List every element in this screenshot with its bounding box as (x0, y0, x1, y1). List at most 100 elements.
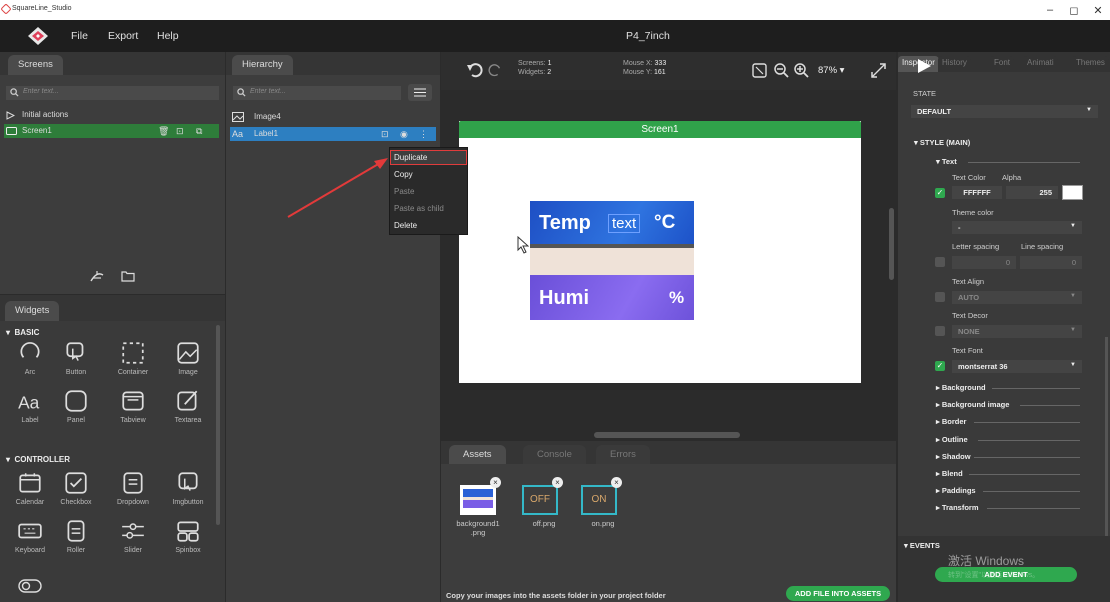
fullscreen-icon[interactable] (871, 63, 886, 78)
text-decor-dropdown[interactable]: NONE ▼ (952, 325, 1082, 338)
close-button[interactable]: ✕ (1086, 0, 1110, 20)
events-section[interactable]: ▾ EVENTS (904, 541, 940, 550)
widget-roller[interactable]: Roller (50, 518, 102, 554)
tab-themes[interactable]: Themes (1072, 56, 1109, 72)
widget-keyboard[interactable]: Keyboard (4, 518, 56, 554)
menu-file[interactable]: File (71, 30, 88, 42)
zoom-level-dropdown[interactable]: 87% ▾ (818, 65, 844, 76)
vertical-scrollbar[interactable] (889, 208, 894, 280)
tab-screens[interactable]: Screens (8, 55, 63, 75)
play-button-icon[interactable] (916, 58, 932, 74)
folder-icon[interactable] (121, 270, 135, 282)
add-file-into-assets-button[interactable]: ADD FILE INTO ASSETS (786, 586, 890, 601)
text-align-checkbox[interactable] (935, 292, 945, 302)
screens-search-input[interactable]: Enter text... (6, 86, 219, 100)
hierarchy-item-image4[interactable]: Image4 (230, 110, 436, 124)
duplicate-icon[interactable]: ⧉ (196, 124, 202, 138)
alpha-input[interactable]: 255 (1006, 186, 1058, 199)
text-font-checkbox[interactable]: ✓ (935, 361, 945, 371)
widget-container[interactable]: Container (107, 340, 159, 376)
initial-actions-item[interactable]: Initial actions (4, 108, 219, 122)
context-copy[interactable]: Copy (394, 170, 413, 179)
theme-color-dropdown[interactable]: - ▼ (952, 221, 1082, 234)
delete-icon[interactable]: 🗑 (158, 124, 169, 138)
fit-screen-icon[interactable] (752, 63, 767, 78)
text-color-checkbox[interactable]: ✓ (935, 188, 945, 198)
state-dropdown[interactable]: DEFAULT ▼ (911, 105, 1098, 118)
context-delete[interactable]: Delete (394, 221, 417, 230)
redo-icon[interactable] (487, 62, 503, 78)
widget-calendar[interactable]: Calendar (4, 470, 56, 506)
group-paddings[interactable]: ▸ Paddings (936, 486, 976, 495)
zoom-in-icon[interactable] (794, 63, 809, 78)
tab-hierarchy[interactable]: Hierarchy (232, 55, 293, 75)
temp-label-widget[interactable]: Temp text °C (530, 201, 694, 244)
tab-font[interactable]: Font (990, 56, 1015, 72)
widget-slider[interactable]: Slider (107, 518, 159, 554)
group-transform[interactable]: ▸ Transform (936, 503, 979, 512)
add-screen-icon[interactable] (89, 269, 105, 283)
remove-asset-icon[interactable]: × (490, 477, 501, 488)
switch-widget-icon[interactable] (18, 578, 42, 594)
widget-image[interactable]: Image (162, 340, 214, 376)
minimize-button[interactable]: – (1038, 0, 1062, 20)
inspector-scrollbar[interactable] (1105, 337, 1108, 537)
menu-export[interactable]: Export (108, 30, 138, 42)
widget-button[interactable]: Button (50, 340, 102, 376)
style-main-section[interactable]: ▾ STYLE (MAIN) (914, 138, 970, 147)
lock-icon[interactable]: ⊡ (176, 124, 184, 138)
group-blend[interactable]: ▸ Blend (936, 469, 963, 478)
visibility-eye-icon[interactable]: ◉ (400, 127, 408, 141)
widget-textarea[interactable]: Textarea (162, 388, 214, 424)
more-options-icon[interactable]: ⋮ (419, 127, 428, 141)
remove-asset-icon[interactable]: × (552, 477, 563, 488)
widget-label[interactable]: Aa Label (4, 388, 56, 424)
context-duplicate-label[interactable]: Duplicate (394, 153, 427, 162)
humi-label-widget[interactable]: Humi % (530, 275, 694, 320)
asset-item[interactable]: ON × on.png (581, 477, 633, 528)
tab-errors[interactable]: Errors (596, 445, 650, 465)
text-group[interactable]: ▾ Text (936, 157, 957, 166)
spacing-checkbox[interactable] (935, 257, 945, 267)
hierarchy-item-label1[interactable]: Aa Label1 ⊡ ◉ ⋮ (230, 127, 436, 141)
asset-item[interactable]: OFF × off.png (522, 477, 574, 528)
maximize-button[interactable]: ◻ (1062, 0, 1086, 20)
group-outline[interactable]: ▸ Outline (936, 435, 968, 444)
hierarchy-search-input[interactable]: Enter text... (233, 86, 401, 100)
zoom-out-icon[interactable] (774, 63, 789, 78)
lock-icon[interactable]: ⊡ (381, 127, 389, 141)
text-align-dropdown[interactable]: AUTO ▼ (952, 291, 1082, 304)
asset-item[interactable]: × background1.png (456, 477, 508, 537)
context-paste-as-child[interactable]: Paste as child (394, 204, 444, 213)
group-background[interactable]: ▸ Background (936, 383, 986, 392)
group-border[interactable]: ▸ Border (936, 417, 966, 426)
section-basic[interactable]: ▾ BASIC (6, 328, 39, 337)
text-decor-checkbox[interactable] (935, 326, 945, 336)
tab-assets[interactable]: Assets (449, 445, 506, 465)
text-font-dropdown[interactable]: montserrat 36 ▼ (952, 360, 1082, 373)
widget-panel[interactable]: Panel (50, 388, 102, 424)
group-shadow[interactable]: ▸ Shadow (936, 452, 971, 461)
text-color-swatch[interactable] (1062, 185, 1083, 200)
widget-tabview[interactable]: Tabview (107, 388, 159, 424)
widget-spinbox[interactable]: Spinbox (162, 518, 214, 554)
undo-icon[interactable] (466, 62, 484, 78)
letter-spacing-input[interactable]: 0 (952, 256, 1016, 269)
widgets-scrollbar[interactable] (216, 325, 220, 525)
line-spacing-input[interactable]: 0 (1020, 256, 1082, 269)
tab-history[interactable]: History (938, 56, 971, 72)
tab-animati[interactable]: Animati (1023, 56, 1058, 72)
remove-asset-icon[interactable]: × (611, 477, 622, 488)
menu-help[interactable]: Help (157, 30, 179, 42)
widget-arc[interactable]: Arc (4, 340, 56, 376)
list-view-icon[interactable] (408, 84, 432, 101)
context-paste[interactable]: Paste (394, 187, 414, 196)
screen-item-screen1[interactable]: Screen1 🗑 ⊡ ⧉ (4, 124, 219, 138)
temp-value-label[interactable]: text (608, 214, 641, 233)
widget-dropdown[interactable]: Dropdown (107, 470, 159, 506)
tab-console[interactable]: Console (523, 445, 586, 465)
logo-icon[interactable] (27, 26, 49, 46)
tab-widgets[interactable]: Widgets (5, 301, 60, 321)
section-controller[interactable]: ▾ CONTROLLER (6, 455, 70, 464)
widget-checkbox[interactable]: Checkbox (50, 470, 102, 506)
